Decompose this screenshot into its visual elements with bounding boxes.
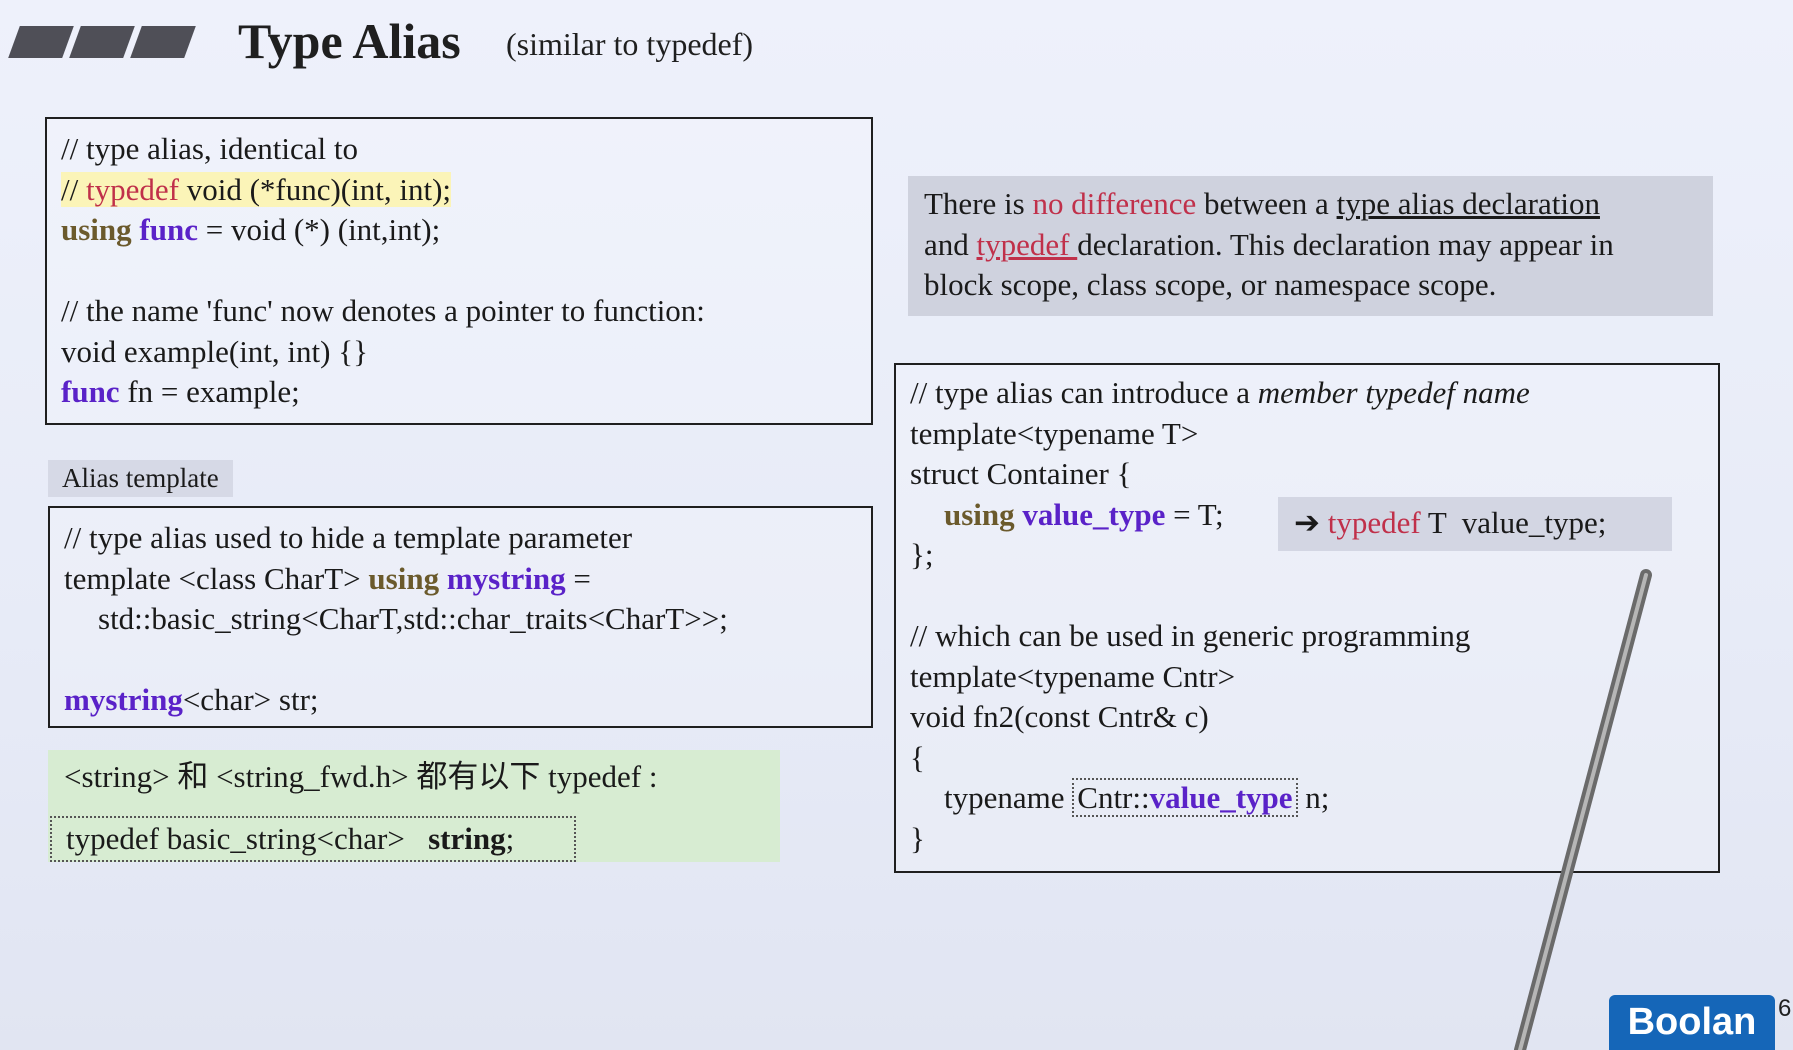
page-number: 6 bbox=[1778, 995, 1792, 1022]
boolan-logo: Boolan bbox=[1609, 995, 1775, 1050]
pointer-stick bbox=[1514, 569, 1652, 1050]
